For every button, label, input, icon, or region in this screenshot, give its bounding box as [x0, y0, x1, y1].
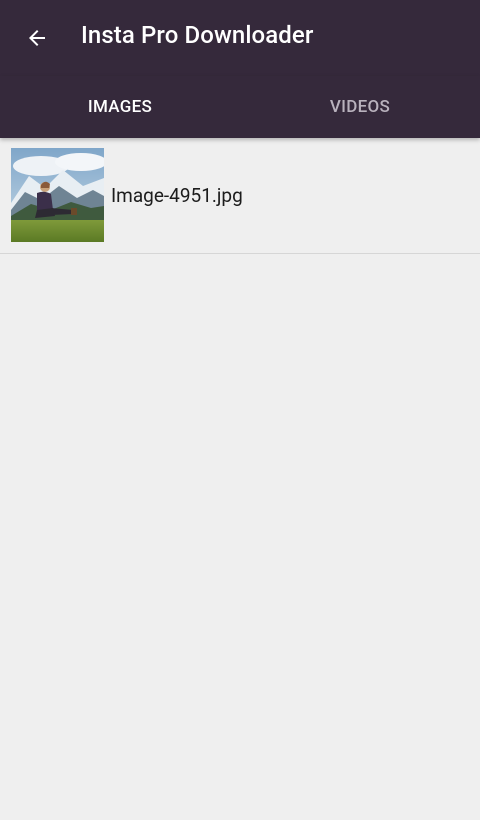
app-toolbar: Insta Pro Downloader	[0, 0, 480, 76]
back-button[interactable]	[14, 16, 60, 60]
file-list: Image-4951.jpg	[0, 138, 480, 254]
tab-images[interactable]: IMAGES	[0, 76, 240, 138]
tab-bar: IMAGES VIDEOS	[0, 76, 480, 138]
page-title: Insta Pro Downloader	[81, 21, 314, 49]
app-screen: Insta Pro Downloader IMAGES VIDEOS Image…	[0, 0, 480, 820]
image-thumbnail	[11, 148, 104, 242]
tab-videos[interactable]: VIDEOS	[240, 76, 480, 138]
list-item[interactable]: Image-4951.jpg	[0, 138, 480, 254]
file-name: Image-4951.jpg	[111, 184, 243, 207]
arrow-left-icon	[25, 26, 49, 50]
